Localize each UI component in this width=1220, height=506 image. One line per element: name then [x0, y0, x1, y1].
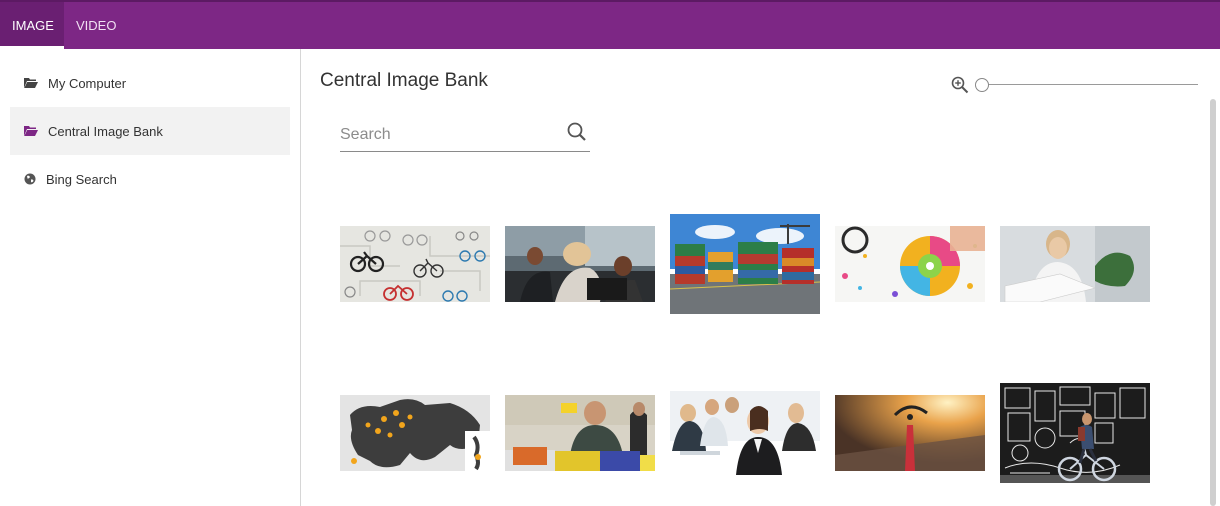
tab-image[interactable]: IMAGE: [0, 2, 64, 49]
search-input[interactable]: [340, 119, 555, 151]
search-box: [340, 119, 590, 152]
image-cycling-sunset[interactable]: [835, 395, 985, 471]
sidebar: My Computer Central Image Bank Bing Sear…: [0, 49, 301, 506]
sidebar-item-my-computer[interactable]: My Computer: [10, 59, 290, 107]
image-bicycles-pattern[interactable]: [340, 226, 490, 302]
tab-video[interactable]: VIDEO: [64, 2, 128, 49]
folder-open-icon: [24, 78, 38, 88]
main-panel: Central Image Bank: [302, 49, 1220, 506]
image-bike-spin-art[interactable]: [835, 226, 985, 302]
image-worker-with-bins[interactable]: [505, 395, 655, 471]
zoom-slider-handle[interactable]: [975, 78, 989, 92]
page-title: Central Image Bank: [320, 70, 488, 91]
folder-open-icon: [24, 126, 38, 136]
search-icon[interactable]: [566, 121, 588, 143]
scrollbar[interactable]: [1210, 99, 1216, 506]
sidebar-item-bing-search[interactable]: Bing Search: [10, 155, 290, 203]
image-woman-with-papers[interactable]: [1000, 226, 1150, 302]
sidebar-item-label: Central Image Bank: [48, 123, 163, 139]
globe-icon: [24, 173, 36, 185]
image-office-team[interactable]: [505, 226, 655, 302]
image-europe-map[interactable]: [340, 395, 490, 471]
sidebar-item-label: My Computer: [48, 75, 127, 91]
sidebar-item-central-image-bank[interactable]: Central Image Bank: [10, 107, 290, 155]
zoom-slider-track[interactable]: [984, 84, 1198, 85]
top-bar: IMAGE VIDEO: [0, 0, 1220, 49]
image-cyclist-mural[interactable]: [1000, 383, 1150, 483]
image-shipping-containers[interactable]: [670, 214, 820, 314]
image-business-meeting[interactable]: [670, 391, 820, 475]
sidebar-item-label: Bing Search: [46, 171, 117, 187]
zoom-in-icon[interactable]: [951, 76, 969, 94]
